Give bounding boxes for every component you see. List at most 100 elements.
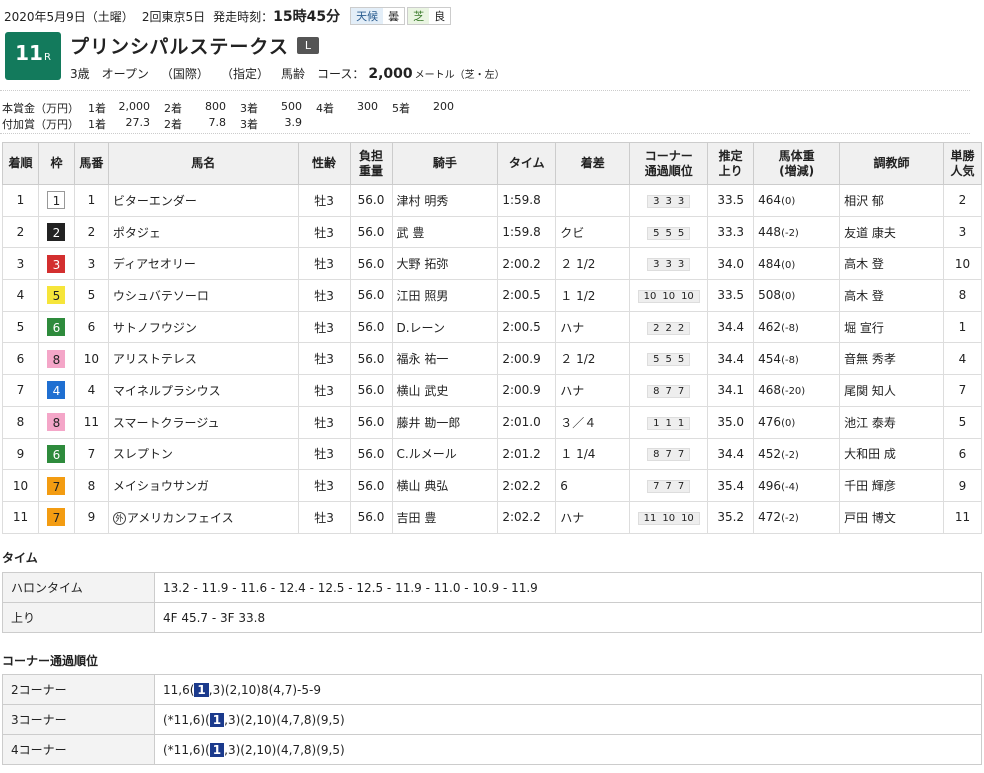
time-cell: 2:02.2: [497, 500, 557, 534]
distance: 2,000: [368, 66, 413, 82]
jockey-link[interactable]: 藤井 勘一郎: [397, 416, 461, 430]
prize-place: 1着: [88, 118, 106, 131]
sex-age-cell: 牡3: [297, 342, 351, 376]
jockey-link[interactable]: 吉田 豊: [397, 511, 437, 525]
trainer-link[interactable]: 大和田 成: [844, 447, 896, 461]
corner-order-post: ,3)(2,10)(4,7,8)(9,5): [224, 712, 345, 727]
trainer-link[interactable]: 堀 宣行: [844, 321, 884, 335]
trainer-link[interactable]: 音無 秀孝: [844, 352, 896, 366]
jockey-link[interactable]: D.レーン: [397, 321, 445, 335]
corners-title: コーナー通過順位: [2, 654, 99, 668]
agari-row: 上り 4F 45.7 - 3F 33.8: [2, 602, 982, 633]
corner-cell: 333: [629, 184, 709, 217]
jockey-link[interactable]: 江田 照男: [397, 289, 449, 303]
sex-age-cell: 牡3: [297, 247, 351, 281]
trainer-cell: 音無 秀孝: [839, 342, 944, 376]
horse-number-cell: 7: [73, 437, 109, 471]
corner-cell: 10 10 10: [629, 279, 709, 312]
horse-number-cell: 5: [73, 279, 109, 312]
corner-position: 5: [665, 227, 672, 239]
trainer-link[interactable]: 高木 登: [844, 257, 884, 271]
column-header: 性齢: [297, 142, 351, 185]
waku-badge: 6: [47, 444, 66, 463]
table-row: 3 3 3 ディアセオリー 牡3 56.0 大野 拓弥 2:00.2 ２ 1/2 3 3 3 34.0 4…: [2, 247, 983, 281]
agari-cell: 34.1: [707, 374, 755, 407]
jockey-link[interactable]: C.ルメール: [397, 447, 457, 461]
corner-row: 4コーナー (*11,6)(1,3)(2,10)(4,7,8)(9,5): [2, 734, 982, 765]
body-weight-diff: (0): [781, 196, 796, 208]
added-prize: 付加賞（万円） 1着 27.3 2着 7.8 3着 3.9: [2, 116, 303, 131]
corner-position: 3: [653, 259, 660, 271]
jockey-link[interactable]: 大野 拓弥: [397, 257, 449, 271]
jockey-link[interactable]: 横山 典弘: [397, 479, 449, 493]
trainer-link[interactable]: 友道 康夫: [844, 226, 896, 240]
prize-value: 3.9: [284, 116, 303, 129]
body-weight: 472: [758, 510, 782, 525]
sex-age-cell: 牡3: [297, 310, 351, 344]
rank-cell: 1: [2, 184, 39, 217]
popularity-cell: 1: [942, 310, 983, 344]
corner-position: 2: [653, 322, 660, 334]
corner-label: 4コーナー: [2, 734, 155, 765]
time-cell: 2:00.2: [497, 247, 557, 281]
times-table: ハロンタイム 13.2 - 11.9 - 11.6 - 12.4 - 12.5 …: [2, 572, 982, 633]
corner-position: 10: [643, 290, 657, 302]
horse-name-cell: ディアセオリー: [107, 247, 299, 281]
corner-position: 8: [653, 385, 660, 397]
margin-cell: １ 1/4: [555, 437, 631, 471]
horse-name-link[interactable]: アメリカンフェイス: [127, 511, 234, 525]
horse-name-link[interactable]: ポタジェ: [113, 226, 161, 240]
corner-cell: 333: [629, 247, 709, 281]
column-header: 単勝 人気: [942, 142, 983, 185]
trainer-link[interactable]: 高木 登: [844, 289, 884, 303]
corner-position: 10: [662, 290, 676, 302]
column-header: 調教師: [839, 142, 944, 185]
horse-name-link[interactable]: スマートクラージュ: [113, 416, 220, 430]
horse-name-link[interactable]: ビターエンダー: [113, 194, 197, 208]
jockey-link[interactable]: 福永 祐一: [397, 352, 449, 366]
race-conditions: 3歳 オープン （国際） （指定） 馬齢 コース： 2,000 メートル（芝・左…: [70, 66, 505, 82]
weight-cell: 56.0: [349, 215, 393, 249]
waku-badge: 5: [47, 286, 66, 305]
weight-cell: 56.0: [349, 405, 393, 439]
corner-cell: 877: [629, 437, 709, 471]
jockey-link[interactable]: 武 豊: [397, 226, 425, 240]
column-header: 着差: [555, 142, 631, 185]
trainer-link[interactable]: 戸田 博文: [844, 511, 896, 525]
winner-highlight: 1: [209, 712, 225, 727]
jockey-link[interactable]: 横山 武史: [397, 384, 449, 398]
trainer-cell: 高木 登: [839, 279, 944, 312]
horse-name-link[interactable]: マイネルプラシウス: [113, 384, 221, 398]
table-row: 1 1 1 ビターエンダー 牡3 56.0 津村 明秀 1:59.8 3 3 3 33.5 464(0)…: [2, 184, 983, 217]
corner-position: 5: [677, 227, 685, 239]
horse-name-cell: メイショウサンガ: [107, 469, 299, 502]
table-row: 7 4 4 マイネルプラシウス 牡3 56.0 横山 武史 2:00.9 ハナ 8 7 7 34.1 46…: [2, 374, 983, 407]
prize-value: 7.8: [208, 116, 227, 129]
waku-cell: 5: [37, 279, 75, 312]
horse-name-link[interactable]: メイショウサンガ: [113, 479, 209, 493]
table-row: 6 8 10 アリストテレス 牡3 56.0 福永 祐一 2:00.9 ２ 1/2 5 5 5 34.4…: [2, 342, 983, 376]
prize-place: 4着: [316, 102, 334, 115]
margin-cell: ２ 1/2: [555, 342, 631, 376]
weight-cell: 56.0: [349, 184, 393, 217]
trainer-link[interactable]: 尾関 知人: [844, 384, 896, 398]
trainer-link[interactable]: 池江 泰寿: [844, 416, 896, 430]
corner-position: 10: [681, 290, 694, 302]
horse-name-link[interactable]: ディアセオリー: [113, 257, 196, 271]
jockey-link[interactable]: 津村 明秀: [397, 194, 449, 208]
waku-badge: 8: [47, 349, 66, 368]
trainer-link[interactable]: 相沢 郁: [844, 194, 884, 208]
horse-name-link[interactable]: サトノフウジン: [113, 321, 197, 335]
body-weight-cell: 448(-2): [753, 215, 841, 249]
horse-name-link[interactable]: スレプトン: [113, 447, 173, 461]
horse-number-cell: 8: [73, 469, 109, 502]
horse-name-link[interactable]: アリストテレス: [113, 352, 197, 366]
sex-age-cell: 牡3: [297, 279, 351, 312]
divider: [0, 133, 970, 134]
trainer-link[interactable]: 千田 輝彦: [844, 479, 896, 493]
body-weight: 476: [758, 415, 782, 430]
corner-label: 3コーナー: [2, 704, 155, 735]
horse-name-link[interactable]: ウシュバテソーロ: [113, 289, 209, 303]
corner-position: 7: [653, 481, 660, 493]
horse-name-cell: 外アメリカンフェイス: [107, 500, 299, 534]
